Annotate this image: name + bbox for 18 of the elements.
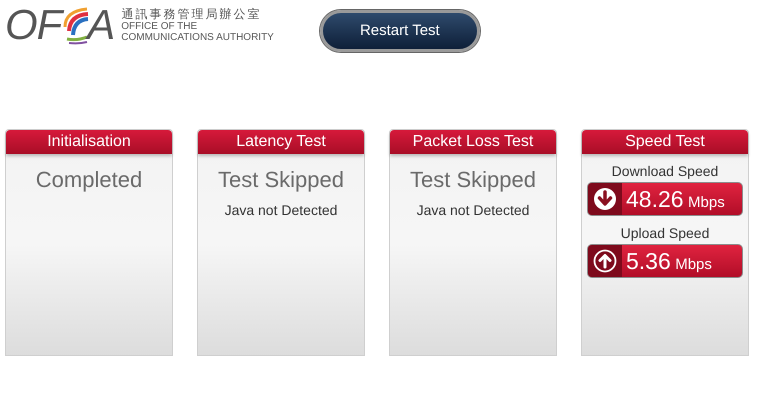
status-text: Test Skipped <box>410 166 536 194</box>
status-text: Test Skipped <box>218 166 344 194</box>
logo-english-name: OFFICE OF THE <box>121 21 198 32</box>
restart-button[interactable]: Restart Test <box>320 10 480 52</box>
speed-label: Upload Speed <box>620 225 710 242</box>
logo-english-name: COMMUNICATIONS AUTHORITY <box>121 32 274 43</box>
panel-title: Initialisation <box>6 130 172 154</box>
status-text: Completed <box>36 166 142 194</box>
logo-chinese-name: 通訊事務管理局辦公室 <box>121 7 262 21</box>
speed-label: Download Speed <box>612 163 718 180</box>
logo-letters: A <box>87 4 116 46</box>
note-text: Java not Detected <box>224 200 338 220</box>
panel-title: Latency Test <box>198 130 364 154</box>
panel-title: Speed Test <box>582 130 748 154</box>
panel-title: Packet Loss Test <box>390 130 556 154</box>
note-text: Java not Detected <box>416 200 530 220</box>
speed-value: 48.26 Mbps <box>626 184 725 214</box>
speed-value: 5.36 Mbps <box>626 246 712 276</box>
